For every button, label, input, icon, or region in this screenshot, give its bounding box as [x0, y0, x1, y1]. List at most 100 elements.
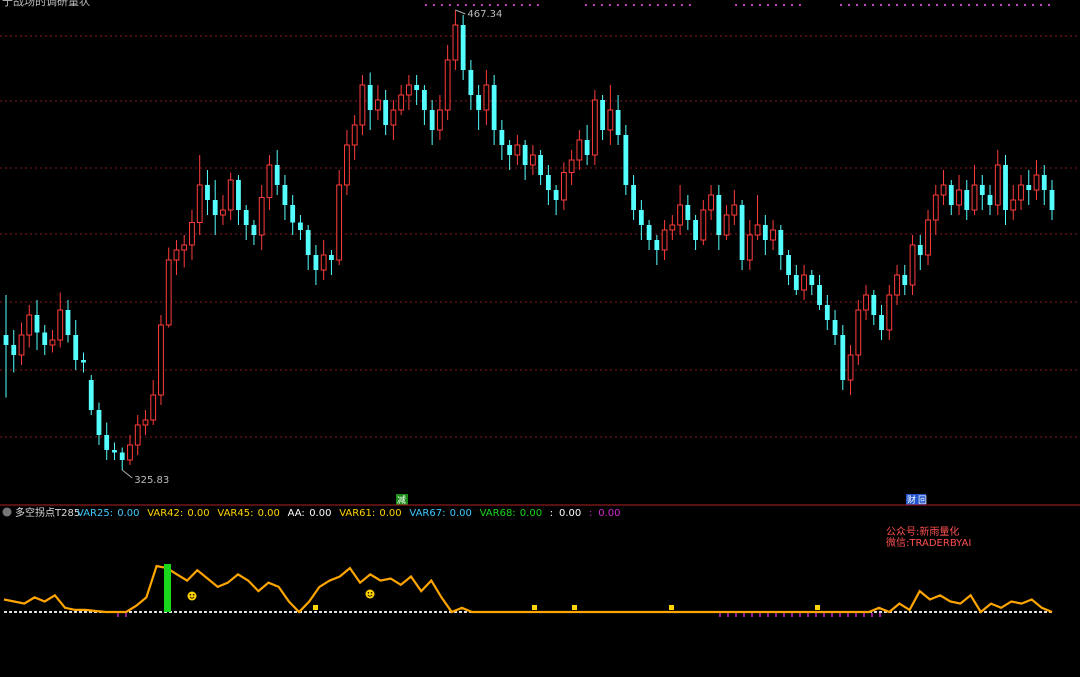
candle-body-down	[948, 185, 954, 205]
signal-dot	[657, 4, 659, 6]
indicator-panel: 多空拐点T285VAR25: 0.00 VAR42: 0.00 VAR45: 0.00 AA…	[2, 506, 1053, 617]
signal-dot	[633, 4, 635, 6]
smiley-icon	[365, 589, 375, 599]
candle-body-down	[507, 145, 513, 155]
signal-dot	[433, 4, 435, 6]
signal-dot	[1016, 4, 1018, 6]
candle-body-down	[112, 450, 117, 453]
candle-body-up	[49, 339, 56, 346]
candle-body-up	[158, 324, 164, 396]
candle-body-down	[716, 195, 722, 235]
signal-dot	[513, 4, 515, 6]
candle-body-down	[65, 310, 71, 335]
candle-body-down	[545, 175, 551, 190]
high-label: 467.34	[467, 9, 502, 20]
signal-dot	[681, 4, 683, 6]
smiley-face	[187, 591, 197, 601]
candle-body-down	[840, 335, 846, 380]
yellow-marker	[572, 605, 577, 610]
signal-dot	[968, 4, 970, 6]
signal-dot	[896, 4, 898, 6]
low-pointer	[121, 469, 133, 479]
settings-icon	[2, 507, 12, 517]
marker-right-label-2: 回	[918, 495, 927, 506]
candle-body-up	[452, 24, 459, 61]
candle-body-down	[460, 25, 466, 70]
candle-body-down	[522, 145, 528, 165]
candle-body-up	[266, 164, 273, 198]
var-label: :	[589, 508, 592, 519]
candle-body-up	[336, 184, 343, 261]
candle-body-down	[243, 210, 249, 225]
candle-body-down	[693, 220, 698, 240]
indicator-line	[3, 564, 1053, 614]
candle-body-down	[762, 225, 768, 240]
candle-body-down	[817, 285, 822, 305]
signal-dot	[449, 4, 451, 6]
candle-body-up	[483, 84, 490, 111]
candle-body-down	[638, 210, 644, 225]
smiley-icon	[187, 591, 197, 601]
watermark-line2: 微信:TRADERBYAI	[886, 536, 971, 549]
candle-body-down	[305, 230, 311, 255]
signal-dot	[625, 4, 627, 6]
candle-body-down	[96, 410, 102, 435]
signal-dot	[489, 4, 491, 6]
candle-body-down	[809, 275, 815, 285]
candle-body-up	[359, 84, 366, 126]
signal-dot	[465, 4, 467, 6]
signal-dot	[585, 4, 587, 6]
signal-bar	[164, 564, 171, 612]
var-label: VAR68:	[480, 508, 516, 519]
var-value: 0.00	[258, 508, 280, 519]
smiley-eye	[192, 594, 195, 596]
signal-dot	[505, 4, 507, 6]
low-label: 325.83	[134, 475, 169, 486]
candle-body-up	[847, 354, 854, 381]
candle-body-down	[11, 345, 17, 355]
chart-title: 于战场的调研量状	[2, 0, 90, 8]
candle-body-down	[383, 100, 389, 125]
signal-dot	[1008, 4, 1010, 6]
signal-dot	[944, 4, 946, 6]
signal-dot	[673, 4, 675, 6]
candle-body-up	[971, 184, 978, 211]
candle-body-down	[205, 185, 210, 200]
signal-dot	[783, 4, 785, 6]
candle-body-up	[801, 274, 807, 291]
var-value: 0.00	[450, 508, 472, 519]
candle-body-down	[1003, 165, 1008, 210]
candle-body-down	[600, 100, 606, 130]
smiley-eye	[370, 592, 373, 594]
signal-dot	[689, 4, 691, 6]
candle-body-up	[677, 204, 683, 226]
marker-right-label: 财	[907, 494, 916, 506]
candle-body-down	[917, 245, 923, 255]
signal-dot	[888, 4, 890, 6]
candle-body-up	[994, 164, 1001, 206]
signal-dot	[791, 4, 793, 6]
var-label: VAR67:	[409, 508, 445, 519]
var-value: 0.00	[598, 508, 620, 519]
signal-dot	[912, 4, 914, 6]
signal-dot	[864, 4, 866, 6]
candle-body-up	[258, 197, 265, 236]
candle-body-down	[1049, 190, 1055, 210]
signal-dot	[641, 4, 643, 6]
candle-body-down	[104, 435, 110, 450]
candle-body-down	[236, 180, 241, 210]
candle-body-up	[708, 194, 714, 211]
var-value: 0.00	[559, 508, 581, 519]
signal-dot	[1000, 4, 1002, 6]
candle-body-up	[576, 139, 583, 161]
signal-dot	[880, 4, 882, 6]
candle-body-down	[329, 255, 334, 260]
candle-body-down	[615, 110, 621, 135]
candle-body-up	[731, 204, 738, 216]
signal-dot	[593, 4, 595, 6]
candle-body-up	[26, 314, 33, 336]
candle-body-up	[746, 234, 753, 261]
var-label: AA:	[288, 508, 305, 519]
candle-body-down	[1041, 175, 1047, 190]
candle-body-up	[514, 144, 521, 156]
